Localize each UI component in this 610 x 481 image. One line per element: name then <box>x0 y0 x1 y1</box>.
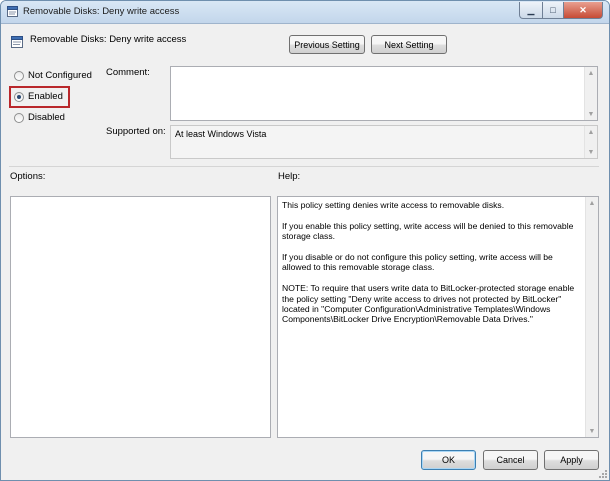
close-icon: ✕ <box>579 4 587 15</box>
scroll-down-icon[interactable]: ▼ <box>585 146 597 158</box>
maximize-icon: □ <box>550 5 556 15</box>
minimize-icon: ▁ <box>527 4 535 15</box>
policy-dialog: Removable Disks: Deny write access ▁ □ ✕… <box>0 0 610 481</box>
previous-setting-button[interactable]: Previous Setting <box>289 35 365 54</box>
comment-textarea[interactable]: ▲ ▼ <box>170 66 598 121</box>
close-button[interactable]: ✕ <box>564 2 603 19</box>
scroll-up-icon[interactable]: ▲ <box>585 126 597 138</box>
help-paragraph: This policy setting denies write access … <box>282 200 505 210</box>
help-panel[interactable]: This policy setting denies write access … <box>277 196 599 438</box>
title-bar[interactable]: Removable Disks: Deny write access ▁ □ ✕ <box>1 1 609 24</box>
supported-on-field: At least Windows Vista ▲ ▼ <box>170 125 598 159</box>
radio-button[interactable] <box>14 70 24 81</box>
supported-on-label: Supported on: <box>106 126 166 137</box>
ok-button[interactable]: OK <box>421 450 476 470</box>
supported-on-value: At least Windows Vista <box>175 129 267 139</box>
radio-label: Enabled <box>28 91 63 102</box>
radio-disabled[interactable]: Disabled <box>14 112 65 123</box>
help-scrollbar[interactable]: ▲ ▼ <box>585 197 598 437</box>
comment-scrollbar[interactable]: ▲ ▼ <box>584 67 597 120</box>
cancel-button[interactable]: Cancel <box>483 450 538 470</box>
help-paragraph: If you enable this policy setting, write… <box>282 220 574 242</box>
apply-button[interactable]: Apply <box>544 450 599 470</box>
policy-icon <box>7 6 18 17</box>
radio-button[interactable] <box>14 112 24 123</box>
minimize-button[interactable]: ▁ <box>519 2 543 19</box>
caption-buttons: ▁ □ ✕ <box>519 2 603 19</box>
help-paragraph: If you disable or do not configure this … <box>282 252 553 273</box>
radio-not-configured[interactable]: Not Configured <box>14 70 92 81</box>
comment-label: Comment: <box>106 67 150 78</box>
policy-icon <box>11 36 23 48</box>
help-label: Help: <box>278 171 301 182</box>
maximize-button[interactable]: □ <box>543 2 564 19</box>
radio-enabled[interactable]: Enabled <box>14 91 63 102</box>
help-paragraph: NOTE: To require that users write data t… <box>282 283 575 325</box>
section-divider <box>9 166 599 167</box>
resize-grip-icon[interactable] <box>597 468 607 478</box>
scroll-up-icon[interactable]: ▲ <box>585 67 597 79</box>
options-panel[interactable] <box>10 196 271 438</box>
supported-scrollbar[interactable]: ▲ ▼ <box>584 126 597 158</box>
scroll-up-icon[interactable]: ▲ <box>586 197 598 209</box>
scroll-down-icon[interactable]: ▼ <box>585 108 597 120</box>
help-text: This policy setting denies write access … <box>282 200 582 335</box>
radio-button[interactable] <box>14 91 24 102</box>
next-setting-button[interactable]: Next Setting <box>371 35 447 54</box>
policy-title: Removable Disks: Deny write access <box>30 34 187 45</box>
options-label: Options: <box>10 171 46 182</box>
window-title: Removable Disks: Deny write access <box>23 6 180 17</box>
radio-label: Not Configured <box>28 70 92 81</box>
radio-label: Disabled <box>28 112 65 123</box>
scroll-down-icon[interactable]: ▼ <box>586 425 598 437</box>
